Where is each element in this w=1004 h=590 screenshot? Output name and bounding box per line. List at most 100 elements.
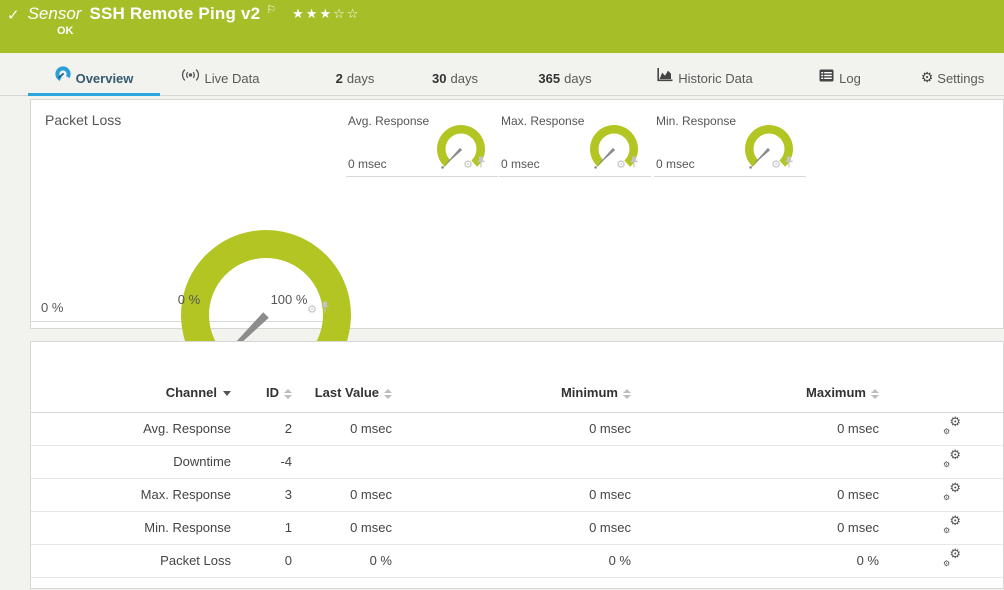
gauge-settings-gear-icon[interactable]: ⚙: [616, 159, 626, 170]
flag-icon[interactable]: ⚐: [266, 3, 276, 16]
tab-label: days: [450, 71, 478, 86]
channel-maximum: 0 msec: [631, 412, 879, 446]
channel-settings-icon[interactable]: ⚙ ⚙: [943, 548, 961, 568]
gauge-title: Max. Response: [501, 114, 585, 128]
column-header-channel[interactable]: Channel: [31, 374, 231, 413]
tab-label: Overview: [75, 71, 134, 86]
gauge-current-value: 0 %: [41, 300, 64, 315]
tab-live-data[interactable]: Live Data: [170, 64, 270, 95]
tab-label: days: [346, 71, 375, 86]
table-row: Min. Response 1 0 msec 0 msec 0 msec ⚙ ⚙: [31, 511, 1003, 545]
column-label: Channel: [165, 385, 217, 401]
channel-name: Avg. Response: [31, 412, 231, 446]
overview-gauges-panel: Packet Loss 0 % 100 % 0 % ⚙ Avg. Respons…: [30, 99, 1004, 379]
gauge-settings-gear-icon[interactable]: ⚙: [307, 304, 317, 315]
column-label: ID: [266, 385, 279, 401]
column-header-last-value[interactable]: Last Value: [292, 374, 392, 413]
pin-icon[interactable]: [320, 300, 330, 318]
page-title: SSH Remote Ping v2: [89, 4, 261, 23]
table-row: Downtime -4 ⚙ ⚙: [31, 445, 1003, 479]
gauge-title: Min. Response: [656, 114, 737, 128]
gauge-title: Avg. Response: [348, 114, 430, 128]
channel-minimum: 0 %: [392, 544, 631, 578]
tab-bar: Overview Live Data 2 days 30 days 365 days …: [0, 53, 1004, 96]
channel-last-value: 0 msec: [292, 412, 392, 446]
active-tab-underline: [28, 93, 160, 96]
tab-number: 365: [538, 71, 561, 86]
column-header-edit: [879, 374, 1003, 413]
tab-settings[interactable]: ⚙ Settings: [905, 64, 1000, 95]
object-kind-label: Sensor: [27, 4, 82, 23]
avg-response-gauge-cell: Avg. Response 0 msec ⚙: [346, 100, 498, 177]
gauge-current-value: 0 msec: [501, 157, 540, 171]
gauge-icon: [54, 63, 71, 92]
tab-number: 2: [335, 71, 343, 86]
tab-2-days[interactable]: 2 days: [305, 64, 405, 95]
channel-last-value: 0 msec: [292, 511, 392, 545]
sensor-status-header: ✓ Sensor SSH Remote Ping v2 ⚐ ★★★☆☆ OK: [0, 0, 1004, 53]
column-label: Maximum: [806, 385, 866, 401]
channel-id: 1: [231, 511, 292, 545]
channel-last-value: 0 msec: [292, 478, 392, 512]
tab-label: Historic Data: [678, 71, 753, 86]
sort-icon: [623, 388, 631, 399]
tab-number: 30: [432, 71, 447, 86]
channel-settings-icon[interactable]: ⚙ ⚙: [943, 515, 961, 535]
column-label: Minimum: [560, 385, 618, 401]
packet-loss-gauge-cell: Packet Loss 0 % 100 % 0 % ⚙: [31, 100, 351, 379]
pin-icon[interactable]: [784, 155, 794, 173]
tab-label: Settings: [937, 71, 985, 86]
column-label: Last Value: [314, 385, 379, 401]
table-header-row: Channel ID Last Value Minimum Maximum: [31, 374, 1003, 413]
sort-icon: [284, 388, 292, 399]
log-list-icon: [819, 63, 834, 92]
channels-panel: Channel ID Last Value Minimum Maximum Av…: [30, 341, 1004, 589]
channel-name: Min. Response: [31, 511, 231, 545]
gauge-settings-gear-icon[interactable]: ⚙: [771, 159, 781, 170]
channel-minimum: 0 msec: [392, 511, 631, 545]
tab-label: Log: [839, 71, 861, 86]
ok-check-icon: ✓: [7, 6, 20, 24]
tab-historic-data[interactable]: Historic Data: [640, 64, 770, 95]
priority-stars[interactable]: ★★★☆☆: [292, 7, 360, 22]
channels-table: Channel ID Last Value Minimum Maximum Av…: [31, 374, 1003, 578]
channel-last-value: [292, 445, 392, 479]
table-row: Avg. Response 2 0 msec 0 msec 0 msec ⚙ ⚙: [31, 412, 1003, 446]
sort-desc-icon: [223, 391, 231, 397]
channel-id: 3: [231, 478, 292, 512]
tab-label: days: [564, 71, 592, 86]
tab-365-days[interactable]: 365 days: [510, 64, 620, 95]
table-row: Packet Loss 0 0 % 0 % 0 % ⚙ ⚙: [31, 544, 1003, 578]
table-row: Max. Response 3 0 msec 0 msec 0 msec ⚙ ⚙: [31, 478, 1003, 512]
gauge-scale-min: 0 %: [177, 292, 201, 307]
channel-name: Downtime: [31, 445, 231, 479]
channel-maximum: 0 msec: [631, 511, 879, 545]
status-badge: OK: [57, 25, 74, 37]
channel-minimum: 0 msec: [392, 412, 631, 446]
tab-label: Live Data: [204, 71, 260, 86]
channel-name: Packet Loss: [31, 544, 231, 578]
channel-settings-icon[interactable]: ⚙ ⚙: [943, 482, 961, 502]
channel-last-value: 0 %: [292, 544, 392, 578]
live-data-icon: [181, 63, 200, 92]
channel-name: Max. Response: [31, 478, 231, 512]
gauge-settings-gear-icon[interactable]: ⚙: [463, 159, 473, 170]
tab-log[interactable]: Log: [800, 64, 880, 95]
pin-icon[interactable]: [629, 155, 639, 173]
sort-icon: [384, 388, 392, 399]
area-chart-icon: [657, 63, 673, 92]
pin-icon[interactable]: [476, 155, 486, 173]
channel-settings-icon[interactable]: ⚙ ⚙: [943, 416, 961, 436]
gauge-title: Packet Loss: [45, 112, 122, 128]
column-header-maximum[interactable]: Maximum: [631, 374, 879, 413]
channel-maximum: 0 %: [631, 544, 879, 578]
gear-icon: ⚙: [920, 70, 934, 87]
column-header-id[interactable]: ID: [231, 374, 292, 413]
tab-30-days[interactable]: 30 days: [405, 64, 505, 95]
channel-id: 0: [231, 544, 292, 578]
tab-overview[interactable]: Overview: [28, 64, 160, 95]
channel-maximum: 0 msec: [631, 478, 879, 512]
channel-id: -4: [231, 445, 292, 479]
column-header-minimum[interactable]: Minimum: [392, 374, 631, 413]
channel-settings-icon[interactable]: ⚙ ⚙: [943, 449, 961, 469]
